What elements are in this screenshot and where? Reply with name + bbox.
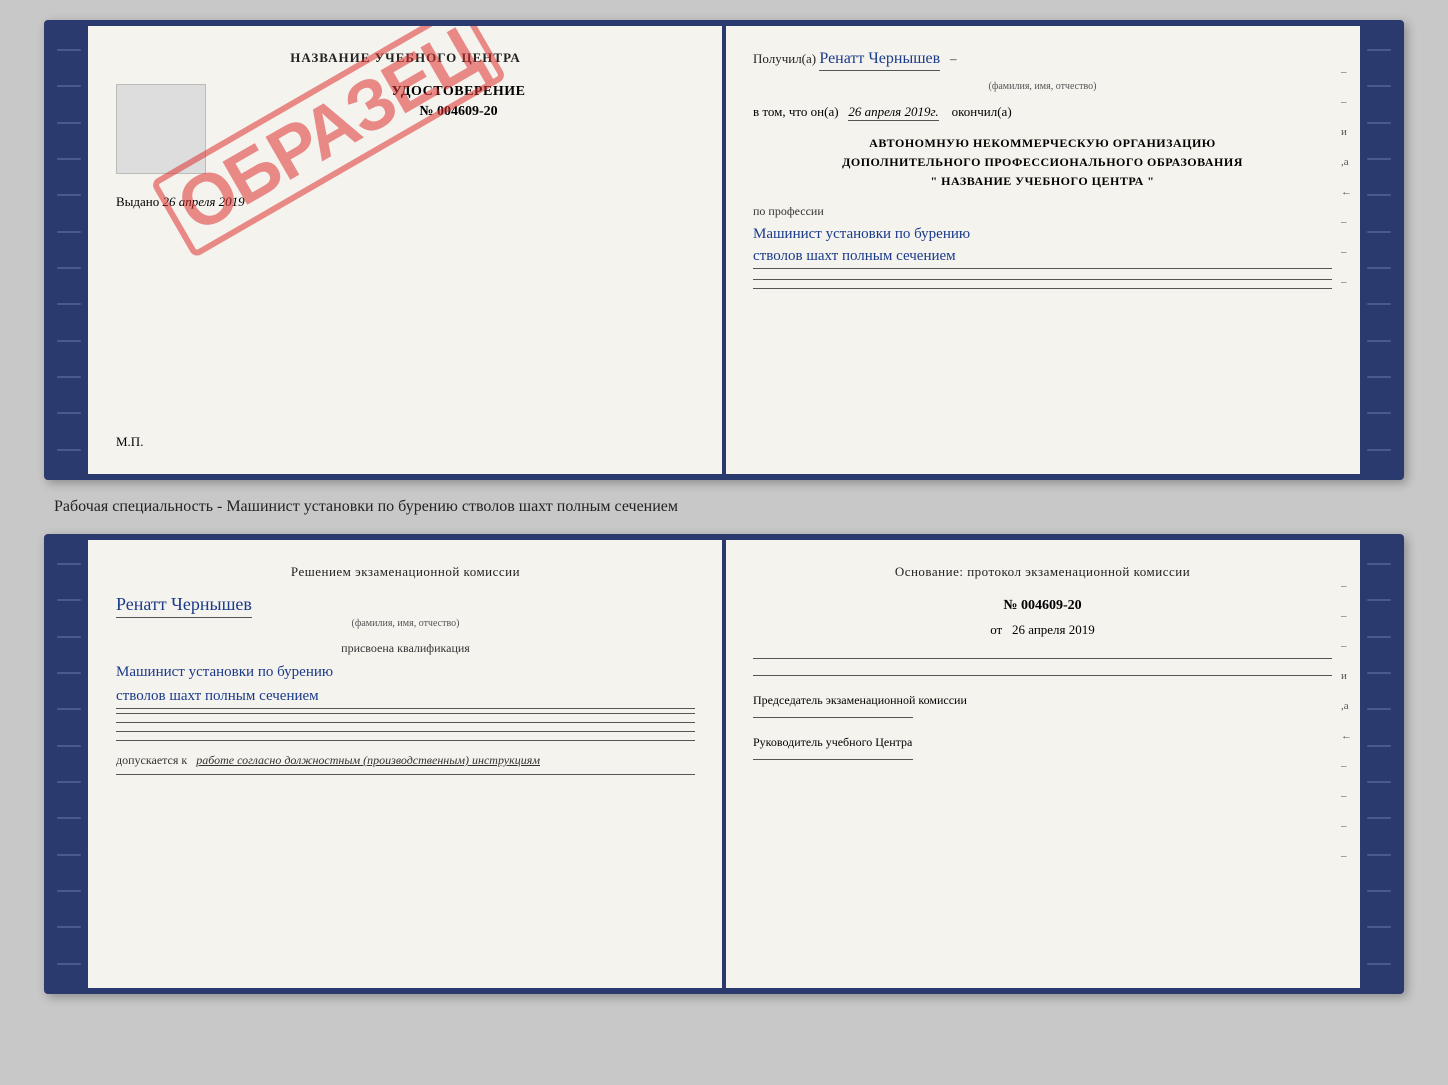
bottom-certificate-book: Решением экзаменационной комиссии Ренатт… bbox=[44, 534, 1404, 994]
chairman-signature-line bbox=[753, 717, 913, 718]
bottom-допуск-value: работе согласно должностным (производств… bbox=[196, 753, 540, 767]
bottom-chairman: Председатель экзаменационной комиссии bbox=[753, 692, 1332, 709]
issued-date: 26 апреля 2019 bbox=[163, 194, 245, 209]
right-margin-marks: ––и,а←––– bbox=[1341, 66, 1352, 288]
bottom-qual-label: присвоена квалификация bbox=[116, 641, 695, 656]
bottom-right-page: Основание: протокол экзаменационной коми… bbox=[725, 540, 1360, 988]
spine-right bbox=[1360, 26, 1398, 474]
bottom-left-title: Решением экзаменационной комиссии bbox=[116, 564, 695, 580]
line1 bbox=[116, 713, 695, 714]
cert-stamp-area: УДОСТОВЕРЕНИЕ № 004609-20 bbox=[116, 84, 695, 174]
received-caption: (фамилия, имя, отчество) bbox=[753, 81, 1332, 92]
org-block: АВТОНОМНУЮ НЕКОММЕРЧЕСКУЮ ОРГАНИЗАЦИЮ ДО… bbox=[753, 134, 1332, 192]
cert-title: НАЗВАНИЕ УЧЕБНОГО ЦЕНТРА bbox=[116, 50, 695, 66]
specialty-text: Рабочая специальность - Машинист установ… bbox=[44, 498, 1404, 516]
line2 bbox=[116, 722, 695, 723]
received-name: Ренатт Чернышев bbox=[819, 50, 940, 71]
protocol-number: № 004609-20 bbox=[753, 598, 1332, 614]
bottom-left-page: Решением экзаменационной комиссии Ренатт… bbox=[88, 540, 725, 988]
cert-issued-line: Выдано 26 апреля 2019 bbox=[116, 194, 695, 210]
date-value: 26 апреля 2019г. bbox=[848, 104, 938, 121]
bottom-qual-value: Машинист установки по бурению стволов ша… bbox=[116, 660, 695, 709]
cert-doc-title: УДОСТОВЕРЕНИЕ bbox=[222, 84, 695, 100]
cert-main-content: УДОСТОВЕРЕНИЕ № 004609-20 bbox=[222, 84, 695, 132]
bottom-spine-right bbox=[1360, 540, 1398, 988]
bottom-name-wrap: Ренатт Чернышев (фамилия, имя, отчество) bbox=[116, 594, 695, 629]
line4 bbox=[116, 740, 695, 741]
bottom-date-line: от 26 апреля 2019 bbox=[753, 622, 1332, 638]
bottom-spine-left bbox=[50, 540, 88, 988]
profession-label: по профессии bbox=[753, 204, 1332, 219]
profession-value: Машинист установки по бурению стволов ша… bbox=[753, 223, 1332, 269]
head-signature-line bbox=[753, 759, 913, 760]
received-label: Получил(а) Ренатт Чернышев – bbox=[753, 50, 1332, 73]
date-line: в том, что он(а) 26 апреля 2019г. окончи… bbox=[753, 104, 1332, 120]
bottom-head: Руководитель учебного Центра bbox=[753, 734, 1332, 751]
stamp-placeholder bbox=[116, 84, 206, 174]
bottom-date-value: 26 апреля 2019 bbox=[1012, 622, 1095, 637]
top-left-page: НАЗВАНИЕ УЧЕБНОГО ЦЕНТРА УДОСТОВЕРЕНИЕ №… bbox=[88, 26, 725, 474]
bottom-name-caption: (фамилия, имя, отчество) bbox=[116, 618, 695, 629]
line3 bbox=[116, 731, 695, 732]
cert-mp: М.П. bbox=[116, 434, 143, 450]
spine-left bbox=[50, 26, 88, 474]
top-right-page: Получил(а) Ренатт Чернышев – (фамилия, и… bbox=[725, 26, 1360, 474]
cert-number: № 004609-20 bbox=[222, 104, 695, 120]
bottom-допуск: допускается к работе согласно должностны… bbox=[116, 753, 695, 768]
bottom-right-margin: –––и,а←–––– bbox=[1341, 580, 1352, 862]
line5 bbox=[116, 774, 695, 775]
issued-label: Выдано bbox=[116, 194, 159, 209]
bottom-name-value: Ренатт Чернышев bbox=[116, 594, 252, 618]
bottom-right-title: Основание: протокол экзаменационной коми… bbox=[753, 564, 1332, 580]
top-certificate-book: НАЗВАНИЕ УЧЕБНОГО ЦЕНТРА УДОСТОВЕРЕНИЕ №… bbox=[44, 20, 1404, 480]
